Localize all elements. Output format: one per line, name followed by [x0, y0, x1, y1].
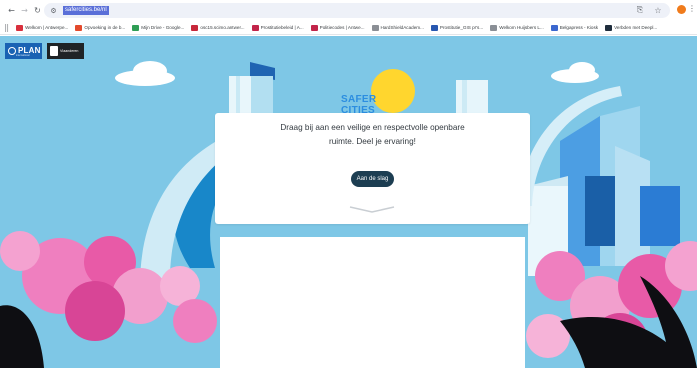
chevron-down-icon[interactable] [348, 205, 396, 213]
bookmark-label: Belgapress - Kiosk [559, 25, 599, 30]
bookmark-star-icon[interactable]: ☆ [652, 4, 664, 16]
bookmark-favicon-icon [310, 24, 318, 31]
page: PLAN international Vlaanderen SAFER CITI… [0, 36, 697, 368]
bookmarks-bar: ⣿ Welkom | Antwerpe... Opvoeking in de b.… [0, 21, 697, 35]
forward-icon[interactable]: → [18, 4, 31, 17]
site-info-icon[interactable]: ⚙ [48, 5, 59, 16]
bookmark-label: Verbden met Deepl... [614, 25, 658, 30]
bookmark-item[interactable]: Welkom | Antwerpe... [16, 24, 69, 31]
bookmark-item[interactable]: Belgapress - Kiosk [550, 24, 599, 31]
omnibox-actions: ⎘ ☆ [634, 4, 664, 16]
intro-text: Draag bij aan een veilige en respectvoll… [280, 123, 465, 146]
bookmark-favicon-icon [430, 24, 438, 31]
bookmark-item[interactable]: Opvoeking in de b... [75, 24, 126, 31]
illustration-frame [220, 237, 525, 368]
bookmark-favicon-icon [550, 24, 558, 31]
bookmark-label: Welkom Huijsbers L... [499, 25, 544, 30]
bookmark-favicon-icon [191, 24, 199, 31]
bookmark-label: osc15.scimo.antwer... [200, 25, 245, 30]
plan-international-logo[interactable]: PLAN international [5, 43, 42, 59]
bookmark-favicon-icon [605, 24, 613, 31]
address-bar[interactable]: ⚙ safercities.be/nl ⎘ ☆ [44, 3, 670, 18]
get-started-button[interactable]: Aan de slag [351, 171, 394, 187]
bookmark-item[interactable]: Prostitutie_GIS pr's... [430, 24, 484, 31]
cloud-icon [115, 61, 599, 86]
bookmark-label: Mijn Drive - Google... [141, 25, 185, 30]
bookmark-favicon-icon [75, 24, 83, 31]
extension-icon[interactable] [677, 5, 686, 14]
bookmark-favicon-icon [251, 24, 259, 31]
bookmark-item[interactable]: Mijn Drive - Google... [132, 24, 185, 31]
menu-icon[interactable]: ⋮ [688, 4, 696, 13]
bookmark-label: Prostitutiebeleid | A... [260, 25, 304, 30]
bookmark-item[interactable]: Prostitutiebeleid | A... [251, 24, 304, 31]
bookmark-label: HardShieldAcadem... [380, 25, 424, 30]
bookmark-item[interactable]: HardShieldAcadem... [371, 24, 424, 31]
back-icon[interactable]: ← [5, 4, 18, 17]
url-text[interactable]: safercities.be/nl [63, 6, 109, 15]
bookmark-favicon-icon [16, 24, 24, 31]
bookmark-item[interactable]: Welkom Huijsbers L... [490, 24, 544, 31]
intro-card: Draag bij aan een veilige en respectvoll… [215, 113, 530, 224]
bookmark-favicon-icon [371, 24, 379, 31]
browser-toolbar: ← → ↻ ⚙ safercities.be/nl ⎘ ☆ ⋮ [0, 0, 697, 21]
bookmark-favicon-icon [490, 24, 498, 31]
plan-logo-sub: international [16, 54, 30, 57]
bookmark-favicon-icon [132, 24, 140, 31]
partner-logo-text: Vlaanderen [60, 49, 79, 53]
bookmark-item[interactable]: Politiecodes | Antwe... [310, 24, 365, 31]
bookmark-label: Welkom | Antwerpe... [25, 25, 69, 30]
apps-icon[interactable]: ⣿ [4, 24, 9, 32]
translate-icon[interactable]: ⎘ [634, 4, 646, 16]
bookmark-item[interactable]: Verbden met Deepl... [605, 24, 658, 31]
bookmark-label: Prostitutie_GIS pr's... [439, 25, 484, 30]
plan-mark-icon [8, 47, 16, 55]
partner-mark-icon [50, 46, 58, 56]
reload-icon[interactable]: ↻ [31, 4, 44, 17]
bookmark-label: Opvoeking in de b... [84, 25, 126, 30]
bookmark-item[interactable]: osc15.scimo.antwer... [191, 24, 245, 31]
bookmark-label: Politiecodes | Antwe... [319, 25, 365, 30]
vlaanderen-logo[interactable]: Vlaanderen [47, 43, 84, 59]
